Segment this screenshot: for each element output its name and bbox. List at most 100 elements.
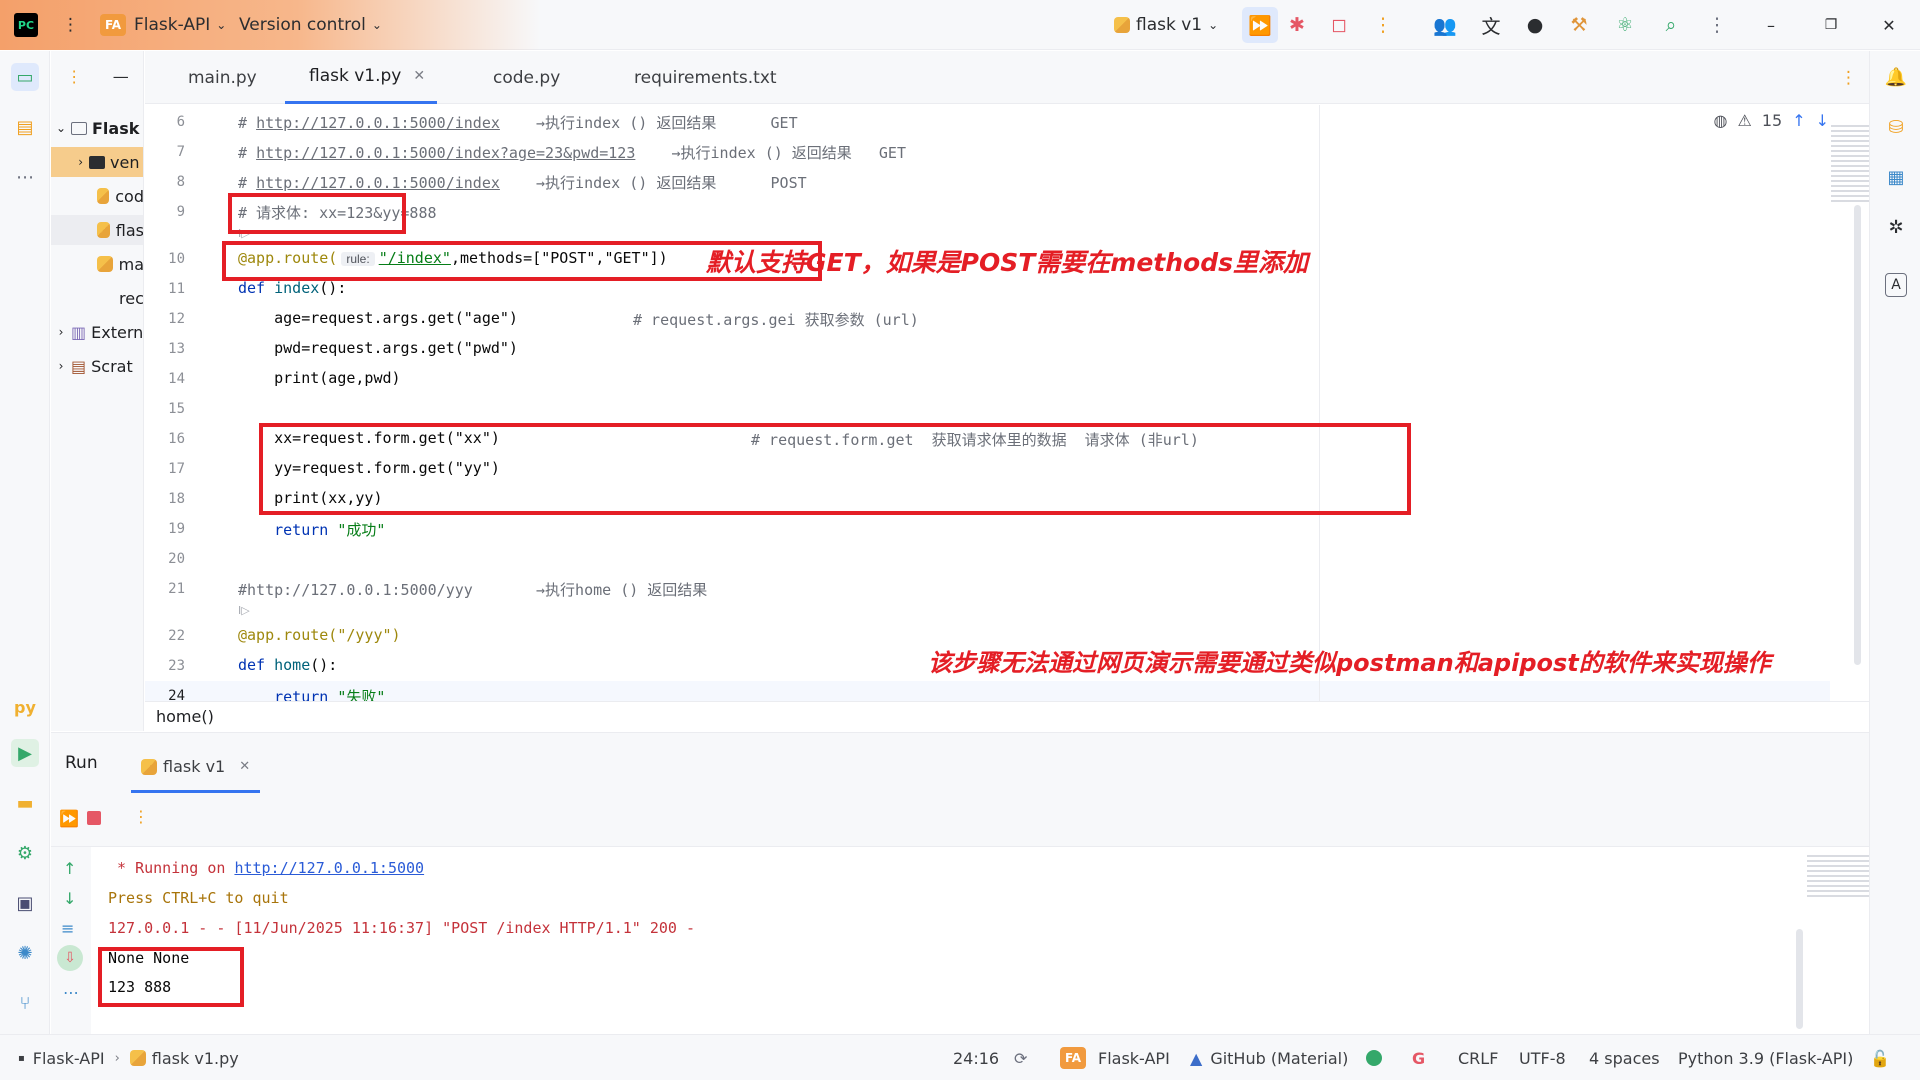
scroll-up-icon[interactable]: ↑ — [63, 859, 76, 878]
eye-off-icon[interactable]: ◍ — [1714, 111, 1728, 130]
status-file[interactable]: flask v1.py — [152, 1049, 239, 1068]
tree-item-project-root[interactable]: ⌄ Flask — [51, 113, 143, 143]
editor-scrollbar[interactable] — [1854, 205, 1861, 665]
build-tools-icon[interactable]: ⚒ — [1566, 12, 1592, 38]
search-icon[interactable]: ⌕ — [1658, 12, 1684, 38]
documentation-icon[interactable]: A — [1885, 273, 1907, 297]
tab-options-icon[interactable]: ⋮ — [1840, 51, 1857, 104]
indent-setting[interactable]: 4 spaces — [1589, 1035, 1660, 1081]
project-icon[interactable]: ▭ — [11, 63, 39, 91]
tree-item-venv[interactable]: › ven — [51, 147, 143, 177]
database-icon[interactable]: ⛁ — [1882, 113, 1910, 141]
caret-position[interactable]: 24:16 — [953, 1035, 999, 1081]
breadcrumb[interactable]: home() — [145, 701, 1869, 731]
status-project-widget[interactable]: FA Flask-API — [1060, 1035, 1170, 1081]
minimize-icon[interactable]: – — [1758, 12, 1784, 38]
line-number: 13 — [168, 341, 185, 357]
code-url[interactable]: http://127.0.0.1:5000/index — [256, 174, 500, 192]
code-editor[interactable]: ◍ ⚠ 15 ↑ ↓ 6 7 8 9 10 11 12 13 14 15 16 … — [145, 105, 1869, 701]
tree-item-code-py[interactable]: cod — [51, 181, 143, 211]
more-icon[interactable]: ⋯ — [63, 983, 79, 1002]
minimap[interactable] — [1831, 125, 1869, 205]
file-encoding[interactable]: UTF-8 — [1519, 1035, 1566, 1081]
problems-icon[interactable]: ✺ — [11, 939, 39, 967]
tree-item-flask-v1-py[interactable]: flas — [51, 215, 144, 245]
tree-item-label: ma — [118, 254, 144, 274]
stop-icon[interactable]: ◻ — [1326, 12, 1352, 38]
status-project[interactable]: ▪ Flask-API › flask v1.py — [18, 1035, 239, 1081]
close-tab-icon[interactable]: ✕ — [239, 759, 250, 774]
tree-item-external-libraries[interactable]: › ▥ Extern — [51, 317, 144, 347]
tab-main-py[interactable]: main.py — [188, 51, 257, 104]
python-console-icon[interactable]: py — [11, 693, 39, 721]
inspection-widget[interactable]: ◍ ⚠ 15 ↑ ↓ — [1714, 111, 1829, 130]
more-actions-icon[interactable]: ⋮ — [133, 807, 149, 826]
tree-item-requirements[interactable]: rec — [51, 283, 143, 313]
tree-item-label: Extern — [91, 322, 144, 342]
python-interpreter[interactable]: Python 3.9 (Flask-API) — [1678, 1035, 1853, 1081]
translate-icon[interactable]: 文 — [1478, 12, 1504, 38]
more-actions-icon[interactable]: ⋮ — [1370, 12, 1396, 38]
code-url[interactable]: http://127.0.0.1:5000/index?age=23&pwd=1… — [256, 144, 635, 162]
scroll-to-end-icon[interactable]: ⇩ — [57, 945, 83, 971]
ai-plugin-icon[interactable]: ✲ — [1882, 213, 1910, 241]
code-with-me-icon[interactable]: 👥 — [1432, 12, 1458, 38]
notifications-icon[interactable]: 🔔 — [1882, 63, 1910, 91]
run-icon[interactable]: ▶ — [11, 739, 39, 767]
console-scrollbar[interactable] — [1796, 929, 1803, 1029]
line-number: 9 — [176, 204, 185, 220]
run-tab-flask-v1[interactable]: flask v1 ✕ — [131, 743, 261, 793]
tree-item-scratches[interactable]: › ▤ Scrat — [51, 351, 143, 381]
stop-icon[interactable] — [87, 811, 101, 825]
sciview-icon[interactable]: ▦ — [1882, 163, 1910, 191]
close-tab-icon[interactable]: ✕ — [413, 68, 425, 84]
plugin-icon[interactable]: ⚛ — [1612, 12, 1638, 38]
current-line-highlight — [145, 681, 1830, 701]
run-config-selector[interactable]: flask v1 ⌄ — [1114, 0, 1218, 50]
tree-item-label: flas — [115, 220, 144, 240]
tree-item-label: ven — [110, 152, 140, 172]
rerun-icon[interactable]: ⏩ — [59, 809, 79, 828]
more-icon[interactable]: ⋯ — [11, 163, 39, 191]
code-line-7: # http://127.0.0.1:5000/index?age=23&pwd… — [238, 144, 906, 162]
tab-flask-v1-py[interactable]: flask v1.py ✕ — [285, 51, 437, 104]
main-menu-icon[interactable]: ⋮ — [62, 0, 79, 50]
terminal-icon[interactable]: ▣ — [11, 889, 39, 917]
line-separator[interactable]: CRLF — [1458, 1035, 1498, 1081]
structure-icon[interactable]: ▤ — [11, 113, 39, 141]
arrow-up-icon[interactable]: ↑ — [1792, 111, 1805, 130]
restore-icon[interactable]: ❐ — [1818, 12, 1844, 38]
tab-code-py[interactable]: code.py — [493, 51, 560, 104]
scroll-down-icon[interactable]: ↓ — [63, 889, 76, 908]
options-icon[interactable]: ⋮ — [66, 67, 82, 86]
line-number: 20 — [168, 551, 185, 567]
status-ok-icon[interactable] — [1366, 1035, 1382, 1081]
run-side-toolbar: ↑ ↓ ≡ ⇩ ⋯ — [51, 847, 91, 1035]
console-minimap[interactable] — [1807, 855, 1869, 899]
services-icon[interactable]: ⚙ — [11, 839, 39, 867]
console-link[interactable]: http://127.0.0.1:5000 — [234, 859, 424, 877]
rerun-icon[interactable]: ⏩ — [1242, 7, 1278, 43]
usage-hint[interactable]: Ⅰ▷ — [238, 604, 250, 617]
tab-requirements-txt[interactable]: requirements.txt — [634, 51, 777, 104]
arrow-down-icon[interactable]: ↓ — [1816, 111, 1829, 130]
ai-assistant-icon[interactable]: ● — [1522, 12, 1548, 38]
close-window-icon[interactable]: ✕ — [1876, 12, 1902, 38]
pycharm-logo-icon[interactable]: PC — [14, 13, 38, 37]
soft-wrap-icon[interactable]: ≡ — [61, 919, 74, 938]
bookmarks-icon[interactable]: ▬ — [11, 789, 39, 817]
settings-icon[interactable]: ⋮ — [1704, 12, 1730, 38]
google-icon[interactable]: G — [1412, 1035, 1425, 1081]
lock-icon[interactable]: 🔓 — [1870, 1035, 1890, 1081]
vcs-icon[interactable]: ⟳ — [1014, 1035, 1027, 1081]
git-icon[interactable]: ⑂ — [11, 989, 39, 1017]
version-control-menu[interactable]: Version control ⌄ — [239, 0, 382, 50]
project-switcher[interactable]: FA Flask-API ⌄ — [100, 0, 226, 50]
breadcrumb-item[interactable]: home() — [156, 707, 214, 726]
code-url[interactable]: http://127.0.0.1:5000/index — [256, 114, 500, 132]
python-file-icon — [141, 758, 157, 775]
collapse-icon[interactable]: — — [113, 67, 129, 86]
theme-widget[interactable]: ▲ GitHub (Material) — [1190, 1035, 1348, 1081]
tree-item-main-py[interactable]: ma — [51, 249, 144, 279]
debug-icon[interactable]: ✱ — [1284, 12, 1310, 38]
